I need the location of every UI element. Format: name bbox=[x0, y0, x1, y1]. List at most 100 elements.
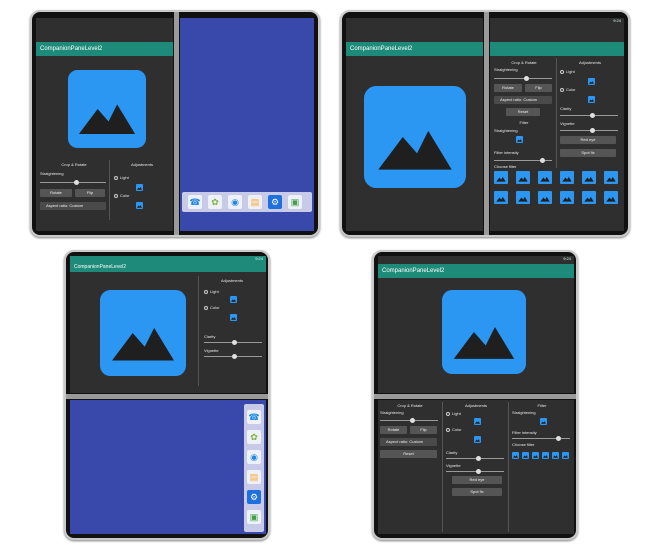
color-thumb[interactable] bbox=[136, 202, 143, 209]
image-preview bbox=[100, 290, 186, 376]
filter-tile[interactable] bbox=[512, 452, 519, 459]
color-thumb[interactable] bbox=[588, 96, 595, 103]
clarity-slider[interactable] bbox=[204, 340, 262, 345]
photos-icon[interactable]: ▣ bbox=[247, 510, 261, 524]
store-icon[interactable]: ✿ bbox=[247, 430, 261, 444]
filter-tile[interactable] bbox=[516, 191, 530, 204]
aspect-ratio-select[interactable]: Aspect ratio: Custom bbox=[494, 96, 552, 104]
phone-icon[interactable]: ☎ bbox=[247, 410, 261, 424]
red-eye-button[interactable]: Red eye bbox=[452, 476, 502, 484]
right-screen: 9:24 Crop & Rotate Adjustments Straighte… bbox=[490, 18, 624, 231]
filter-tile[interactable] bbox=[604, 171, 618, 184]
color-label: Color bbox=[120, 193, 130, 198]
light-label: Light bbox=[210, 289, 219, 294]
filter-tile[interactable] bbox=[494, 191, 508, 204]
app-dock: ☎ ✿ ◉ ▤ ⚙ ▣ bbox=[182, 192, 312, 212]
filter-thumb[interactable] bbox=[516, 136, 523, 143]
color-thumb[interactable] bbox=[230, 314, 237, 321]
filter-intensity-slider[interactable] bbox=[494, 158, 552, 163]
filter-tile[interactable] bbox=[552, 452, 559, 459]
store-icon[interactable]: ✿ bbox=[208, 195, 222, 209]
aspect-ratio-select[interactable]: Aspect ratio: Custom bbox=[380, 438, 437, 446]
left-screen: CompanionPaneLevel2 Crop & Rotate Adjust… bbox=[36, 18, 173, 231]
rotate-button[interactable]: Rotate bbox=[40, 189, 72, 197]
color-radio[interactable] bbox=[204, 306, 208, 310]
color-label: Color bbox=[452, 427, 462, 432]
device-bottom-right: 9:24 CompanionPaneLevel2 Crop & Rotate A… bbox=[372, 250, 578, 540]
pane-divider bbox=[198, 276, 199, 386]
filter-tile[interactable] bbox=[532, 452, 539, 459]
device-top-right: CompanionPaneLevel2 9:24 Crop & Rotate A… bbox=[340, 10, 630, 237]
clarity-slider[interactable] bbox=[560, 113, 618, 118]
settings-icon[interactable]: ⚙ bbox=[247, 490, 261, 504]
rotate-button[interactable]: Rotate bbox=[494, 84, 522, 92]
reset-button[interactable]: Reset bbox=[380, 450, 437, 458]
light-radio[interactable] bbox=[204, 290, 208, 294]
straightening-slider[interactable] bbox=[40, 180, 106, 185]
filter-intensity-slider[interactable] bbox=[512, 436, 570, 441]
straightening-slider[interactable] bbox=[380, 418, 438, 423]
folder-icon[interactable]: ▤ bbox=[248, 195, 262, 209]
light-radio[interactable] bbox=[560, 70, 564, 74]
pane-divider bbox=[109, 160, 110, 220]
camera-icon[interactable]: ◉ bbox=[228, 195, 242, 209]
color-thumb[interactable] bbox=[474, 436, 481, 443]
filter-thumb[interactable] bbox=[540, 418, 547, 425]
filter-tile[interactable] bbox=[542, 452, 549, 459]
rotate-button[interactable]: Rotate bbox=[380, 426, 407, 434]
color-label: Color bbox=[566, 87, 576, 92]
mountain-image-icon bbox=[378, 130, 452, 170]
camera-icon[interactable]: ◉ bbox=[247, 450, 261, 464]
light-radio[interactable] bbox=[446, 412, 450, 416]
vignette-label: Vignette bbox=[204, 348, 219, 353]
flip-button[interactable]: Flip bbox=[75, 189, 105, 197]
color-radio[interactable] bbox=[114, 194, 118, 198]
filter-tile[interactable] bbox=[560, 191, 574, 204]
filter-tile[interactable] bbox=[582, 171, 596, 184]
vignette-slider[interactable] bbox=[204, 354, 262, 359]
filter-tile[interactable] bbox=[494, 171, 508, 184]
bottom-screen: Crop & Rotate Adjustments Filter Straigh… bbox=[378, 400, 574, 534]
filter-tile[interactable] bbox=[538, 171, 552, 184]
filter-tile[interactable] bbox=[560, 171, 574, 184]
light-thumb[interactable] bbox=[588, 78, 595, 85]
red-eye-button[interactable]: Red eye bbox=[560, 136, 616, 144]
status-bar: 9:24 bbox=[490, 18, 624, 24]
spot-fix-button[interactable]: Spot fix bbox=[452, 488, 502, 496]
light-thumb[interactable] bbox=[136, 184, 143, 191]
flip-button[interactable]: Flip bbox=[525, 84, 552, 92]
filter-tile[interactable] bbox=[522, 452, 529, 459]
filter-tile[interactable] bbox=[538, 191, 552, 204]
pane-divider bbox=[442, 402, 443, 532]
clarity-slider[interactable] bbox=[446, 456, 504, 461]
light-thumb[interactable] bbox=[230, 296, 237, 303]
app-title-bar: CompanionPaneLevel2 bbox=[36, 42, 173, 56]
hinge bbox=[66, 394, 268, 399]
color-radio[interactable] bbox=[560, 88, 564, 92]
filter-tile[interactable] bbox=[516, 171, 530, 184]
straightening-slider[interactable] bbox=[494, 76, 552, 81]
color-radio[interactable] bbox=[446, 428, 450, 432]
photos-icon[interactable]: ▣ bbox=[288, 195, 302, 209]
light-radio[interactable] bbox=[114, 176, 118, 180]
folder-icon[interactable]: ▤ bbox=[247, 470, 261, 484]
flip-button[interactable]: Flip bbox=[410, 426, 437, 434]
aspect-ratio-select[interactable]: Aspect ratio: Custom bbox=[40, 202, 106, 210]
filter-tile[interactable] bbox=[562, 452, 569, 459]
straightening-label: Straightening bbox=[494, 67, 518, 72]
spot-fix-button[interactable]: Spot fix bbox=[560, 149, 616, 157]
vignette-slider[interactable] bbox=[560, 128, 618, 133]
light-thumb[interactable] bbox=[474, 418, 481, 425]
filter-grid bbox=[512, 452, 572, 462]
adjustments-header: Adjustments bbox=[578, 60, 601, 65]
clarity-label: Clarity bbox=[446, 450, 458, 455]
filter-tile[interactable] bbox=[582, 191, 596, 204]
vignette-slider[interactable] bbox=[446, 469, 504, 474]
phone-icon[interactable]: ☎ bbox=[188, 195, 202, 209]
straightening-label: Straightening bbox=[380, 410, 404, 415]
reset-button[interactable]: Reset bbox=[506, 108, 540, 116]
settings-icon[interactable]: ⚙ bbox=[268, 195, 282, 209]
pane-divider bbox=[508, 402, 509, 532]
filter-tile[interactable] bbox=[604, 191, 618, 204]
adjustments-header: Adjustments bbox=[220, 278, 243, 283]
